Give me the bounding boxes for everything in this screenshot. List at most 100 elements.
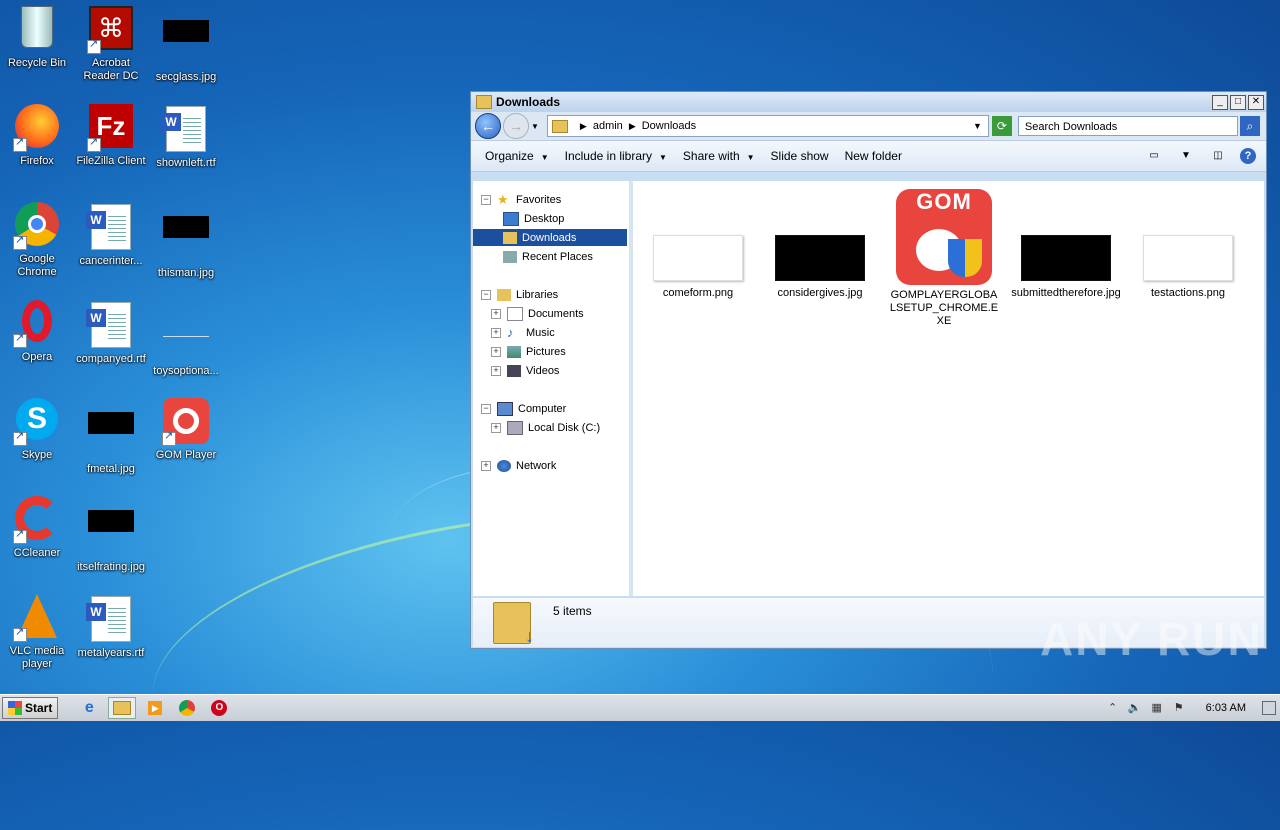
preview-pane-icon[interactable]: ◫ [1210,149,1226,163]
pictures-icon [507,345,521,358]
nav-documents[interactable]: + Documents [491,305,584,322]
skype-icon: S [13,398,61,446]
taskbar-opera[interactable]: O [206,698,232,718]
organize-button[interactable]: Organize ▼ [485,149,549,163]
view-options-icon[interactable]: ▭ [1146,149,1162,163]
window-title: Downloads [496,95,561,109]
nav-favorites[interactable]: − ★ Favorites [481,191,561,208]
desktop-icon-shownleft[interactable]: W shownleft.rtf [149,104,223,170]
vlc-icon [13,594,61,642]
desktop-icon-fmetal[interactable]: fmetal.jpg [74,398,148,476]
expand-icon[interactable]: + [491,308,501,319]
include-in-library-button[interactable]: Include in library ▼ [565,149,667,163]
explorer-window[interactable]: Downloads _ □ ✕ ← → ▼ ▶ admin ▶ Download… [470,91,1267,649]
taskbar-media-player[interactable]: ▶ [142,698,168,718]
desktop-icon-filezilla[interactable]: Fz FileZilla Client [74,104,148,168]
file-name: GOMPLAYERGLOBALSETUP_CHROME.EXE [889,289,999,327]
desktop-icon-opera[interactable]: Opera [0,300,74,364]
back-button[interactable]: ← [475,113,501,139]
desktop-icon-thisman[interactable]: thisman.jpg [149,202,223,280]
expand-icon[interactable]: + [491,365,501,376]
refresh-button[interactable]: ⟳ [991,116,1012,136]
action-center-flag-icon[interactable]: ⚑ [1172,701,1186,715]
recent-pages-icon[interactable]: ▼ [531,122,539,131]
nav-videos[interactable]: + Videos [491,362,559,379]
volume-icon[interactable]: 🔈 [1128,701,1142,715]
nav-computer[interactable]: − Computer [481,400,566,417]
taskbar-explorer[interactable] [108,697,137,719]
desktop-icon-cancerinter[interactable]: W cancerinter... [74,202,148,268]
chevron-down-icon[interactable]: ▼ [1178,149,1194,163]
filezilla-icon: Fz [87,104,135,152]
title-bar[interactable]: Downloads _ □ ✕ [471,92,1266,112]
forward-button[interactable]: → [503,113,529,139]
breadcrumb-downloads[interactable]: Downloads [642,120,696,132]
file-item[interactable]: comeform.png [643,189,753,300]
nav-network[interactable]: + Network [481,457,556,474]
file-item[interactable]: submittedtherefore.jpg [1011,189,1121,300]
taskbar-chrome[interactable] [174,698,200,718]
nav-downloads[interactable]: Downloads [473,229,627,246]
folder-icon [551,119,568,133]
desktop-icon-acrobat[interactable]: ⌘ Acrobat Reader DC [74,6,148,83]
expand-icon[interactable]: + [491,346,501,357]
expand-icon[interactable]: + [481,460,491,471]
breadcrumb[interactable]: ▶ admin ▶ Downloads ▼ [546,115,989,137]
nav-desktop[interactable]: Desktop [503,210,564,227]
file-item[interactable]: testactions.png [1133,189,1243,300]
ccleaner-icon [13,496,61,544]
desktop-icon-label: Opera [21,351,53,363]
show-hidden-icons-icon[interactable]: ⌃ [1106,701,1120,715]
chevron-right-icon[interactable]: ▶ [629,121,636,132]
desktop-icon-vlc[interactable]: VLC media player [0,594,74,671]
collapse-icon[interactable]: − [481,194,491,205]
share-with-button[interactable]: Share with ▼ [683,149,755,163]
minimize-button[interactable]: _ [1212,94,1228,110]
desktop-icon-secglass[interactable]: secglass.jpg [149,6,223,84]
item-count: 5 items [553,604,592,618]
close-button[interactable]: ✕ [1248,94,1264,110]
desktop-icon-skype[interactable]: S Skype [0,398,74,462]
collapse-icon[interactable]: − [481,289,491,300]
desktop-icon-recycle-bin[interactable]: Recycle Bin [0,6,74,70]
desktop-icon-ccleaner[interactable]: CCleaner [0,496,74,560]
desktop-icon-itselfrating[interactable]: itselfrating.jpg [74,496,148,574]
file-item[interactable]: GOM GOMPLAYERGLOBALSETUP_CHROME.EXE [889,189,999,328]
nav-music[interactable]: + ♪ Music [491,324,555,341]
opera-icon [13,300,61,348]
nav-recent-places[interactable]: Recent Places [503,248,593,265]
desktop-icon-firefox[interactable]: Firefox [0,104,74,168]
maximize-button[interactable]: □ [1230,94,1246,110]
slide-show-button[interactable]: Slide show [771,149,829,163]
desktop-icon-chrome[interactable]: Google Chrome [0,202,74,279]
taskbar-ie[interactable]: e [76,698,102,718]
nav-pictures[interactable]: + Pictures [491,343,566,360]
start-button[interactable]: Start [2,697,59,719]
desktop-icon-companyed[interactable]: W companyed.rtf [74,300,148,366]
search-input[interactable]: Search Downloads [1017,116,1238,136]
nav-local-disk[interactable]: + Local Disk (C:) [491,419,600,436]
desktop-icon-gom-player[interactable]: GOM Player [149,398,223,462]
collapse-icon[interactable]: − [481,403,491,414]
expand-icon[interactable]: + [491,327,501,338]
system-tray: ⌃ 🔈 ▦ ⚑ 6:03 AM [1102,701,1280,715]
chevron-down-icon[interactable]: ▼ [973,121,982,131]
desktop-icon-label: metalyears.rtf [77,647,145,659]
file-item[interactable]: considergives.jpg [765,189,875,300]
opera-icon: O [211,700,228,716]
show-desktop-button[interactable] [1262,701,1276,715]
network-icon[interactable]: ▦ [1150,701,1164,715]
command-bar: Organize ▼ Include in library ▼ Share with… [471,140,1266,172]
image-thumbnail [775,235,865,281]
chevron-right-icon[interactable]: ▶ [580,121,587,132]
help-icon[interactable]: ? [1240,148,1256,164]
search-icon[interactable]: ⌕ [1239,116,1260,136]
clock[interactable]: 6:03 AM [1206,702,1246,714]
new-folder-button[interactable]: New folder [845,149,902,163]
desktop-icon-toysoptiona[interactable]: toysoptiona... [149,300,223,378]
desktop-icon-metalyears[interactable]: W metalyears.rtf [74,594,148,660]
expand-icon[interactable]: + [491,422,501,433]
breadcrumb-admin[interactable]: admin [593,120,623,132]
nav-libraries[interactable]: − Libraries [481,286,558,303]
chrome-icon [13,202,61,250]
